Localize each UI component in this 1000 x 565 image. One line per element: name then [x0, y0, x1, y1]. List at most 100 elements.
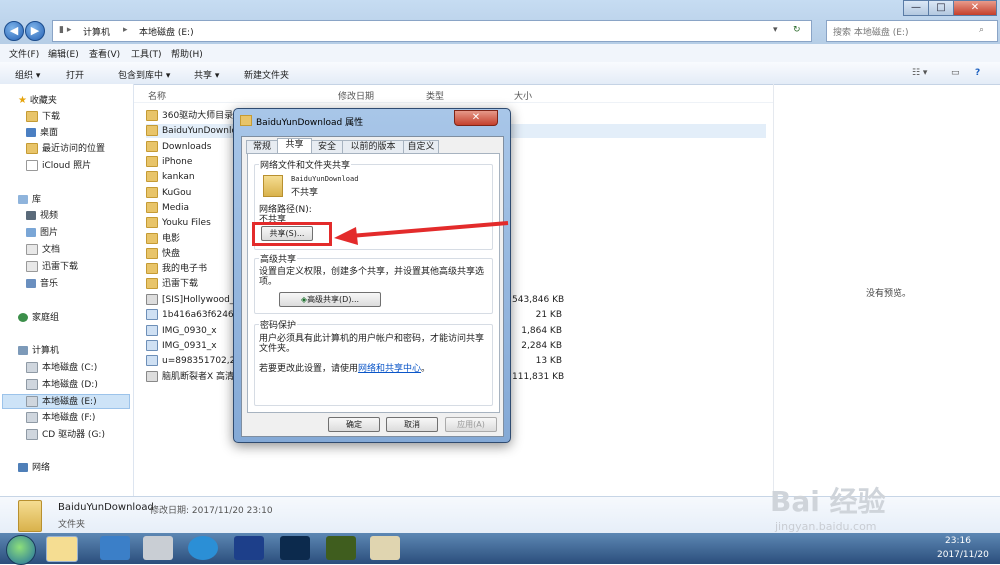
details-type: 文件夹 — [58, 520, 86, 530]
file-name: 脑肌断裂者X 高清 — [162, 372, 235, 382]
preview-pane-icon[interactable]: ▭ — [951, 68, 960, 78]
taskbar-sogou-icon[interactable] — [188, 536, 218, 560]
folder-icon — [146, 171, 158, 182]
taskbar-photoshop-icon[interactable] — [280, 536, 310, 560]
documents-icon — [26, 261, 38, 272]
menu-edit[interactable]: 编辑(E) — [48, 47, 79, 60]
column-name[interactable]: 名称 — [148, 89, 166, 102]
nav-homegroup[interactable]: 家庭组 — [18, 311, 59, 326]
start-button[interactable] — [6, 535, 36, 565]
nav-label: iCloud 照片 — [42, 161, 92, 171]
nav-label: 迅雷下载 — [42, 262, 79, 272]
advanced-sharing-button[interactable]: ◈高级共享(D)... — [279, 292, 381, 307]
navigation-pane: ★ 收藏夹 下载 桌面 最近访问的位置 iCloud 照片 库 视频 图片 文档… — [0, 84, 134, 496]
column-size[interactable]: 大小 — [514, 89, 532, 102]
refresh-icon[interactable]: ↻ — [793, 25, 801, 35]
menu-bar: 文件(F) 编辑(E) 查看(V) 工具(T) 帮助(H) — [0, 44, 1000, 63]
video-file-icon — [146, 294, 158, 305]
tab-sharing[interactable]: 共享 — [277, 138, 312, 154]
organize-button[interactable]: 组织 ▾ — [15, 68, 40, 81]
dropdown-arrow-icon[interactable]: ▾ — [773, 25, 778, 35]
taskbar-dreamweaver-icon[interactable] — [326, 536, 356, 560]
nav-drive-e[interactable]: 本地磁盘 (E:) — [2, 394, 130, 409]
search-icon: ⌕ — [979, 25, 985, 35]
file-size: 543,846 KB — [512, 295, 565, 305]
file-name: Downloads — [162, 142, 212, 152]
file-name: KuGou — [162, 188, 192, 198]
menu-view[interactable]: 查看(V) — [89, 47, 120, 60]
nav-drive-d[interactable]: 本地磁盘 (D:) — [26, 378, 98, 393]
nav-documents[interactable]: 文档 — [26, 243, 60, 258]
menu-tools[interactable]: 工具(T) — [131, 47, 162, 60]
nav-label: 视频 — [40, 211, 59, 221]
tab-general[interactable]: 常规 — [246, 140, 278, 154]
breadcrumb-drive[interactable]: 本地磁盘 (E:) — [139, 25, 194, 38]
taskbar-isis-icon[interactable] — [234, 536, 264, 560]
details-name: BaiduYunDownload — [58, 502, 154, 513]
details-modified: 修改日期: 2017/11/20 23:10 — [150, 506, 273, 516]
folder-icon — [146, 248, 158, 259]
sharing-panel: 网络文件和文件夹共享 BaiduYunDownload 不共享 网络路径(N):… — [247, 153, 500, 413]
nav-desktop[interactable]: 桌面 — [26, 126, 58, 141]
nav-label: 音乐 — [40, 279, 59, 289]
view-options-icon[interactable]: ☷ ▾ — [912, 68, 927, 78]
nav-favorites[interactable]: ★ 收藏夹 — [18, 93, 57, 108]
minimize-button[interactable]: — — [903, 0, 929, 16]
file-size: 111,831 KB — [512, 372, 565, 382]
tab-previous-versions[interactable]: 以前的版本 — [342, 140, 404, 154]
nav-drive-c[interactable]: 本地磁盘 (C:) — [26, 361, 97, 376]
address-bar[interactable]: ▮ ▸ 计算机 ▸ 本地磁盘 (E:) ▾ ↻ — [52, 20, 812, 42]
nav-label: 文档 — [42, 245, 61, 255]
nav-pictures[interactable]: 图片 — [26, 226, 58, 241]
folder-icon — [146, 187, 158, 198]
nav-label: 本地磁盘 (F:) — [42, 413, 96, 423]
nav-label: 最近访问的位置 — [42, 144, 106, 154]
column-type[interactable]: 类型 — [426, 89, 444, 102]
breadcrumb-computer[interactable]: 计算机 — [83, 25, 110, 38]
share-button[interactable]: 共享 ▾ — [194, 68, 219, 81]
taskbar-calculator-icon[interactable] — [143, 536, 173, 560]
ok-button[interactable]: 确定 — [328, 417, 380, 432]
column-headers: 名称 修改日期 类型 大小 — [134, 86, 774, 103]
new-folder-button[interactable]: 新建文件夹 — [244, 68, 289, 81]
tab-security[interactable]: 安全 — [311, 140, 343, 154]
clock-time[interactable]: 23:16 — [945, 536, 971, 546]
nav-downloads[interactable]: 下载 — [26, 110, 60, 125]
maximize-button[interactable]: □ — [928, 0, 954, 16]
folder-icon — [26, 111, 38, 122]
file-name: 我的电子书 — [162, 264, 208, 274]
forward-button[interactable]: ▶ — [25, 21, 45, 41]
nav-drive-g[interactable]: CD 驱动器 (G:) — [26, 428, 105, 443]
file-name: BaiduYunDownlo — [162, 126, 237, 136]
clock-date[interactable]: 2017/11/20 — [937, 550, 989, 560]
cancel-button[interactable]: 取消 — [386, 417, 438, 432]
back-button[interactable]: ◀ — [4, 21, 24, 41]
nav-videos[interactable]: 视频 — [26, 209, 58, 224]
open-button[interactable]: 打开 — [66, 68, 84, 81]
search-input[interactable]: 搜索 本地磁盘 (E:) ⌕ — [826, 20, 998, 42]
apply-button[interactable]: 应用(A) — [445, 417, 497, 432]
taskbar-ie-icon[interactable] — [100, 536, 130, 560]
nav-icloud[interactable]: iCloud 照片 — [26, 159, 91, 174]
column-modified[interactable]: 修改日期 — [338, 89, 374, 102]
nav-network[interactable]: 网络 — [18, 461, 50, 476]
nav-recent[interactable]: 最近访问的位置 — [26, 142, 105, 157]
menu-file[interactable]: 文件(F) — [9, 47, 39, 60]
nav-music[interactable]: 音乐 — [26, 277, 58, 292]
taskbar-paint-icon[interactable] — [370, 536, 400, 560]
network-sharing-center-link[interactable]: 网络和共享中心 — [358, 364, 421, 374]
include-in-library-button[interactable]: 包含到库中 ▾ — [118, 68, 170, 81]
nav-drive-f[interactable]: 本地磁盘 (F:) — [26, 411, 95, 426]
dialog-close-button[interactable]: ✕ — [454, 110, 498, 126]
nav-thunder[interactable]: 迅雷下载 — [26, 260, 78, 275]
nav-label: 桌面 — [40, 128, 59, 138]
taskbar-explorer-icon[interactable] — [46, 536, 78, 562]
tab-customize[interactable]: 自定义 — [403, 140, 439, 154]
menu-help[interactable]: 帮助(H) — [171, 47, 203, 60]
homegroup-icon — [18, 313, 28, 322]
help-icon[interactable]: ? — [975, 68, 980, 78]
file-name: IMG_0931_x — [162, 341, 217, 351]
close-button[interactable]: ✕ — [953, 0, 997, 16]
nav-computer[interactable]: 计算机 — [18, 344, 59, 359]
nav-libraries[interactable]: 库 — [18, 193, 41, 208]
